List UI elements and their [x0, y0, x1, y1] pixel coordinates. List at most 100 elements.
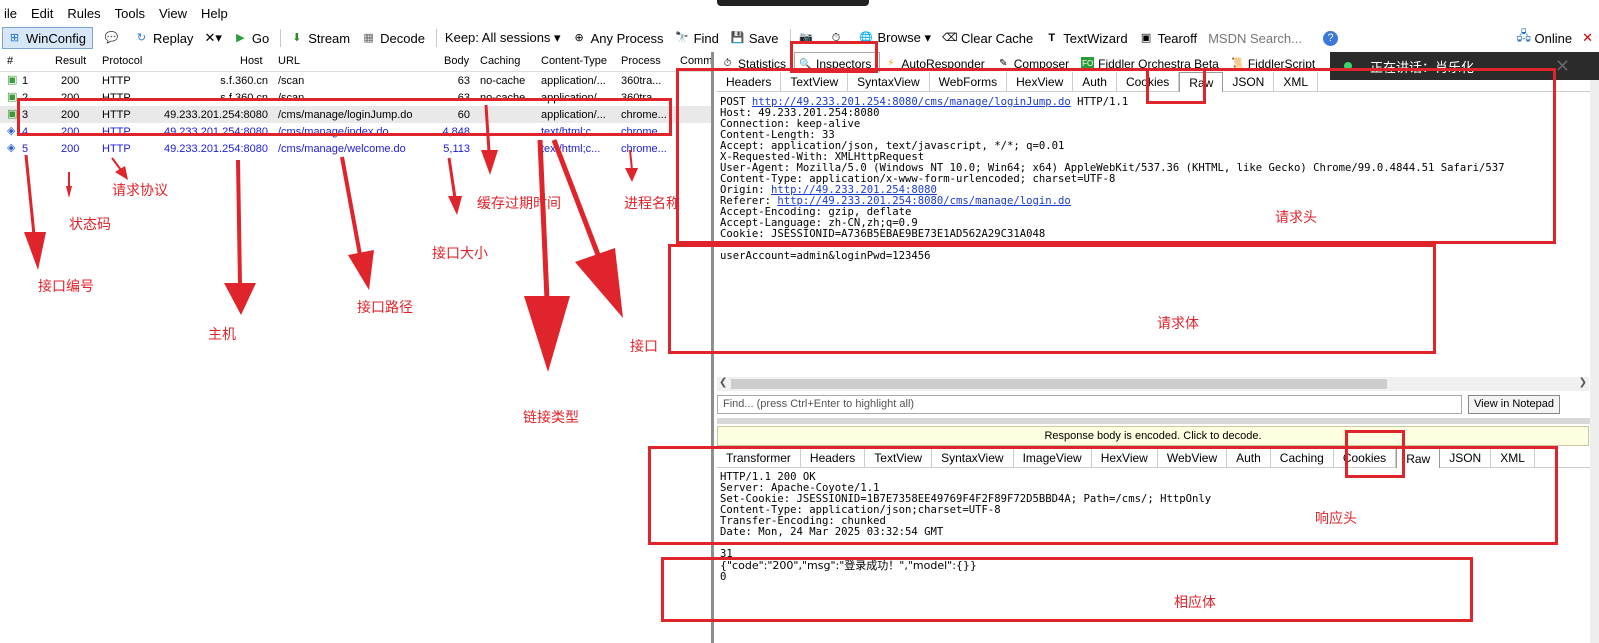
col-comments[interactable]: Comme: [680, 55, 711, 67]
replay-button[interactable]: ↻ Replay: [134, 30, 194, 46]
col-caching[interactable]: Caching: [480, 55, 520, 67]
help-button[interactable]: ?: [1323, 30, 1342, 46]
annotation-id: 接口编号: [38, 278, 94, 294]
remove-button[interactable]: ✕▾: [204, 30, 221, 46]
menu-rules[interactable]: Rules: [67, 6, 100, 21]
stream-icon: ⬇: [292, 31, 302, 44]
decode-label: Decode: [380, 30, 425, 46]
col-result[interactable]: Result: [55, 55, 86, 67]
vertical-scrollbar[interactable]: [1590, 80, 1599, 643]
winconfig-button[interactable]: ⊞ WinConfig: [2, 27, 93, 49]
menu-view[interactable]: View: [159, 6, 187, 21]
annotation-box-session-row: [17, 98, 672, 136]
session-cell-url: /scan: [278, 75, 305, 87]
annotation-host: 主机: [208, 326, 236, 342]
annotation-req-head: 请求头: [1275, 209, 1317, 225]
scroll-thumb[interactable]: [731, 379, 1387, 389]
tearoff-button[interactable]: ▣ Tearoff: [1139, 31, 1197, 46]
pane-splitter[interactable]: [717, 418, 1599, 424]
col-url[interactable]: URL: [278, 55, 300, 67]
session-cell-url: /cms/manage/welcome.do: [278, 143, 406, 155]
online-status[interactable]: 🖧 Online ✕: [1517, 27, 1593, 49]
session-cell-result: 200: [61, 143, 80, 155]
menu-file[interactable]: ile: [4, 6, 17, 21]
col-body[interactable]: Body: [444, 55, 469, 67]
save-icon: 💾: [730, 31, 745, 44]
window-top-strip: [717, 0, 869, 6]
col-content-type[interactable]: Content-Type: [541, 55, 607, 67]
session-cell-protocol: HTTP: [102, 75, 131, 87]
toolbar-divider: [280, 29, 282, 47]
clear-cache-button[interactable]: ⌫ Clear Cache: [942, 31, 1033, 46]
col-host[interactable]: Host: [240, 55, 263, 67]
session-cell-body: 63: [457, 75, 470, 87]
find-button[interactable]: 🔭 Find: [675, 31, 719, 46]
request-hscrollbar[interactable]: ❮ ❯: [717, 377, 1589, 391]
annotation-box-resp-body: [661, 557, 1473, 622]
annotation-req-body: 请求体: [1157, 315, 1199, 331]
browse-label: Browse ▾: [877, 30, 932, 45]
session-cell-host: s.f.360.cn: [220, 75, 268, 87]
close-icon[interactable]: ✕: [1582, 30, 1593, 46]
network-icon: 🖧: [1516, 28, 1532, 43]
play-icon: ▶: [236, 31, 245, 44]
view-in-notepad-button[interactable]: View in Notepad: [1468, 395, 1560, 414]
scroll-left-icon[interactable]: ❮: [719, 377, 727, 388]
menu-bar: ile Edit Rules Tools View Help: [0, 0, 1599, 26]
decode-icon: ▦: [363, 31, 374, 44]
save-label: Save: [748, 30, 779, 46]
col-number[interactable]: #: [7, 55, 13, 67]
tearoff-icon: ▣: [1140, 31, 1152, 44]
any-process-button[interactable]: ⊕ Any Process: [572, 31, 663, 46]
save-button[interactable]: 💾 Save: [730, 31, 779, 46]
session-cell-process: chrome...: [621, 143, 667, 155]
session-cell-no: 1: [22, 75, 29, 87]
textwizard-icon: T: [1048, 31, 1056, 44]
menu-tools[interactable]: Tools: [115, 6, 145, 21]
session-cell-ctype: application/...: [541, 75, 606, 87]
decode-button[interactable]: ▦ Decode: [361, 31, 425, 46]
keep-sessions-dropdown[interactable]: Keep: All sessions ▾: [445, 30, 561, 46]
textwizard-label: TextWizard: [1063, 30, 1128, 46]
annotation-iface: 接口: [630, 338, 658, 354]
session-cell-body: 5,113: [443, 143, 470, 155]
sessions-panel: # Result Protocol Host URL Body Caching …: [0, 52, 714, 643]
session-cell-host: 49.233.201.254:8080: [164, 143, 268, 155]
windows-icon: ⊞: [9, 31, 20, 44]
crosshair-icon: ⊕: [574, 31, 584, 44]
session-row[interactable]: ◈ 5 200 HTTP 49.233.201.254:8080/cms/manage/…: [0, 140, 711, 157]
col-process[interactable]: Process: [621, 55, 661, 67]
annotation-box-req-headers: [676, 68, 1556, 244]
online-label: Online: [1534, 30, 1573, 46]
col-protocol[interactable]: Protocol: [102, 55, 142, 67]
notification-close-icon[interactable]: ✕: [1555, 56, 1570, 77]
keep-sessions-label: Keep: All sessions ▾: [444, 30, 561, 45]
scroll-right-icon[interactable]: ❯: [1579, 377, 1587, 388]
replay-label: Replay: [152, 30, 194, 46]
winconfig-label: WinConfig: [26, 30, 86, 46]
session-cell-result: 200: [61, 75, 80, 87]
stream-button[interactable]: ⬇ Stream: [289, 31, 350, 46]
eraser-icon: ⌫: [942, 31, 958, 44]
annotation-ctype: 链接类型: [523, 409, 579, 425]
session-cell-ctype: text/html;c...: [541, 143, 601, 155]
session-cell-protocol: HTTP: [102, 143, 131, 155]
session-row[interactable]: ▣ 1 200 HTTP s.f.360.cn/scan 63 no-cache applic…: [0, 72, 711, 89]
menu-edit[interactable]: Edit: [31, 6, 53, 21]
annotation-protocol: 请求协议: [112, 182, 168, 198]
annotation-cache: 缓存过期时间: [477, 195, 561, 211]
msdn-search-input[interactable]: MSDN Search...: [1208, 31, 1312, 46]
menu-help[interactable]: Help: [201, 6, 228, 21]
textwizard-button[interactable]: T TextWizard: [1044, 31, 1127, 46]
find-label: Find: [693, 30, 719, 46]
go-button[interactable]: ▶ Go: [233, 31, 269, 46]
replay-icon: ↻: [136, 31, 147, 44]
annotation-resp-head: 响应头: [1315, 510, 1357, 526]
comment-button[interactable]: 💬: [104, 31, 123, 46]
find-input[interactable]: Find... (press Ctrl+Enter to highlight a…: [717, 395, 1462, 414]
help-icon: ?: [1323, 30, 1339, 46]
session-cell-caching: no-cache: [480, 75, 526, 87]
decode-notice-bar[interactable]: Response body is encoded. Click to decod…: [717, 426, 1589, 446]
session-cell-process: 360tra...: [621, 75, 662, 87]
stream-label: Stream: [308, 30, 351, 46]
